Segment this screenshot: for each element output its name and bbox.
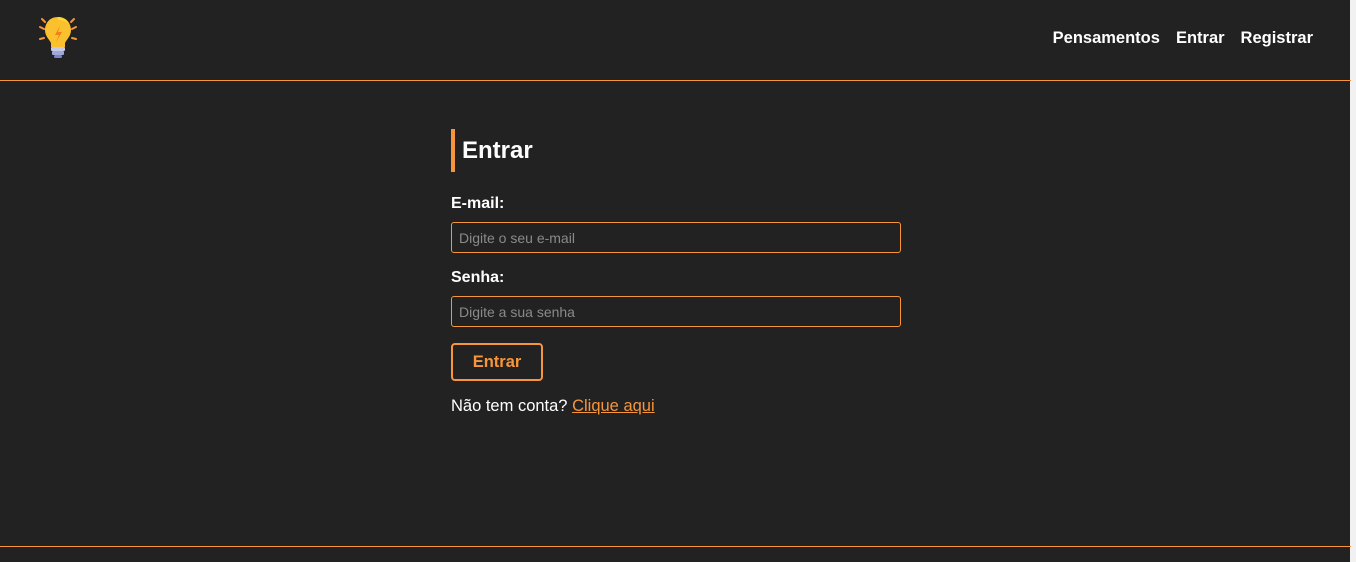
password-field[interactable] — [451, 296, 901, 327]
login-form: Entrar E-mail: Senha: Entrar Não tem con… — [451, 129, 901, 415]
page: Pensamentos Entrar Registrar Entrar E-ma… — [0, 0, 1356, 562]
register-prompt-text: Não tem conta? — [451, 397, 568, 415]
register-prompt: Não tem conta? Clique aqui — [451, 397, 901, 415]
nav-link-entrar[interactable]: Entrar — [1176, 29, 1225, 47]
submit-button[interactable]: Entrar — [451, 343, 543, 381]
register-link[interactable]: Clique aqui — [572, 397, 655, 415]
password-label: Senha: — [451, 269, 505, 286]
email-label: E-mail: — [451, 195, 505, 212]
scrollbar-track[interactable] — [1350, 0, 1356, 562]
lightbulb-icon[interactable] — [36, 14, 80, 60]
navbar: Pensamentos Entrar Registrar — [0, 0, 1351, 81]
nav-link-pensamentos[interactable]: Pensamentos — [1053, 29, 1160, 47]
nav-links: Pensamentos Entrar Registrar — [1053, 29, 1313, 47]
footer-divider — [0, 546, 1351, 547]
email-field[interactable] — [451, 222, 901, 253]
page-title: Entrar — [451, 129, 901, 172]
nav-link-registrar[interactable]: Registrar — [1241, 29, 1313, 47]
